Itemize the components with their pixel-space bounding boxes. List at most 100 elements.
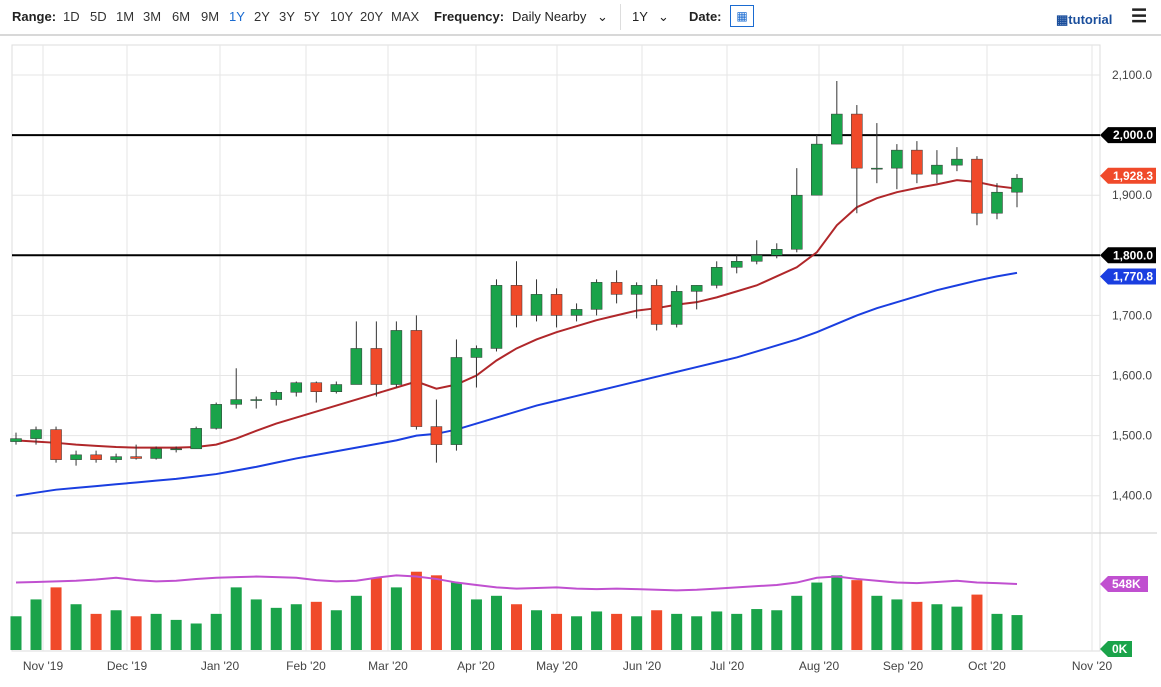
volume-bar bbox=[811, 582, 823, 650]
volume-bar bbox=[250, 599, 262, 650]
volume-bar bbox=[210, 613, 222, 650]
volume-bar bbox=[470, 599, 482, 650]
candle bbox=[50, 429, 62, 460]
y-tick-label: 1,600.0 bbox=[1112, 369, 1152, 383]
candle bbox=[831, 113, 843, 145]
volume-bar bbox=[510, 604, 523, 650]
volume-bar bbox=[90, 613, 102, 650]
x-tick-label: Feb '20 bbox=[286, 659, 326, 673]
candle bbox=[690, 285, 703, 292]
candle bbox=[150, 448, 162, 459]
candle bbox=[590, 282, 603, 310]
volume-bar bbox=[831, 575, 843, 650]
candle bbox=[871, 167, 883, 170]
volume-bar bbox=[450, 582, 462, 650]
volume-bar bbox=[150, 613, 162, 650]
volume-bar bbox=[951, 606, 963, 650]
candle bbox=[350, 348, 363, 385]
x-tick-label: Apr '20 bbox=[457, 659, 495, 673]
x-tick-label: Dec '19 bbox=[107, 659, 148, 673]
candle bbox=[70, 454, 82, 460]
candle bbox=[570, 309, 583, 316]
candle bbox=[370, 348, 383, 385]
candle bbox=[130, 456, 142, 459]
y-tick-label: 2,100.0 bbox=[1112, 68, 1152, 82]
x-tick-label: May '20 bbox=[536, 659, 578, 673]
candle bbox=[250, 399, 262, 401]
candle bbox=[10, 438, 22, 442]
y-tick-label: 1,500.0 bbox=[1112, 429, 1152, 443]
volume-bar bbox=[571, 616, 583, 650]
y-tick-label: 1,700.0 bbox=[1112, 308, 1152, 322]
volume-bar bbox=[70, 604, 82, 650]
volume-bar bbox=[410, 571, 422, 650]
volume-bar bbox=[490, 595, 502, 650]
volume-bar bbox=[971, 594, 983, 650]
candle bbox=[270, 392, 283, 400]
volume-bar bbox=[110, 610, 122, 650]
candle bbox=[290, 382, 303, 393]
volume-bar bbox=[551, 613, 563, 650]
candle bbox=[610, 282, 623, 295]
x-tick-label: Nov '20 bbox=[1072, 659, 1113, 673]
x-tick-label: Sep '20 bbox=[883, 659, 924, 673]
volume-bar bbox=[931, 604, 943, 650]
candle bbox=[911, 149, 923, 175]
x-tick-label: Jan '20 bbox=[201, 659, 240, 673]
candle bbox=[490, 285, 503, 349]
volume-bar bbox=[390, 587, 402, 650]
candle bbox=[110, 456, 122, 460]
volume-zero-label: 0K bbox=[1112, 642, 1128, 656]
candle bbox=[390, 330, 403, 385]
volume-bar bbox=[531, 610, 543, 650]
volume-bar bbox=[350, 595, 362, 650]
volume-bar bbox=[290, 604, 302, 650]
candle bbox=[991, 191, 1003, 214]
candle bbox=[530, 294, 543, 316]
volume-bar bbox=[430, 575, 442, 650]
volume-bar bbox=[691, 616, 703, 650]
candle bbox=[470, 348, 483, 358]
volume-bar bbox=[891, 599, 903, 650]
volume-bar bbox=[330, 610, 342, 650]
x-tick-label: Nov '19 bbox=[23, 659, 64, 673]
candle bbox=[30, 429, 42, 439]
level-2000-label: 2,000.0 bbox=[1113, 128, 1153, 142]
volume-bar bbox=[10, 616, 22, 650]
volume-bar bbox=[310, 601, 322, 650]
last-price-label: 1,928.3 bbox=[1113, 169, 1153, 183]
volume-bar bbox=[1011, 615, 1023, 650]
candle bbox=[170, 448, 182, 451]
ma200-last-label: 1,770.8 bbox=[1113, 269, 1153, 283]
price-chart[interactable]: Nov '19 Dec '19 Jan '20 Feb '20 Mar '20 Apr '… bbox=[0, 0, 1161, 687]
x-tick-label: Aug '20 bbox=[799, 659, 840, 673]
candle bbox=[550, 294, 563, 316]
candle bbox=[951, 158, 963, 166]
candle bbox=[670, 291, 683, 325]
volume-bar bbox=[170, 619, 182, 650]
candle bbox=[771, 249, 783, 256]
volume-bar bbox=[711, 611, 723, 650]
volume-bar bbox=[671, 613, 683, 650]
volume-bar bbox=[30, 599, 42, 650]
volume-bar bbox=[591, 611, 603, 650]
volume-bar bbox=[791, 595, 803, 650]
volume-bar bbox=[911, 601, 923, 650]
volume-ma-line bbox=[15, 574, 1018, 592]
volume-bar bbox=[190, 623, 202, 650]
candle bbox=[310, 382, 323, 392]
candle bbox=[931, 164, 943, 175]
volume-bar bbox=[751, 609, 763, 650]
candle bbox=[971, 158, 983, 214]
level-1800-label: 1,800.0 bbox=[1113, 248, 1153, 262]
volume-bar bbox=[270, 607, 282, 650]
candle bbox=[230, 399, 242, 405]
volume-bar bbox=[771, 610, 783, 650]
volume-bar bbox=[851, 580, 863, 650]
volume-bar bbox=[370, 577, 382, 650]
candle bbox=[1011, 177, 1023, 193]
candle bbox=[450, 357, 463, 445]
candle bbox=[410, 330, 423, 427]
candle bbox=[330, 384, 343, 392]
x-tick-label: Jun '20 bbox=[623, 659, 662, 673]
